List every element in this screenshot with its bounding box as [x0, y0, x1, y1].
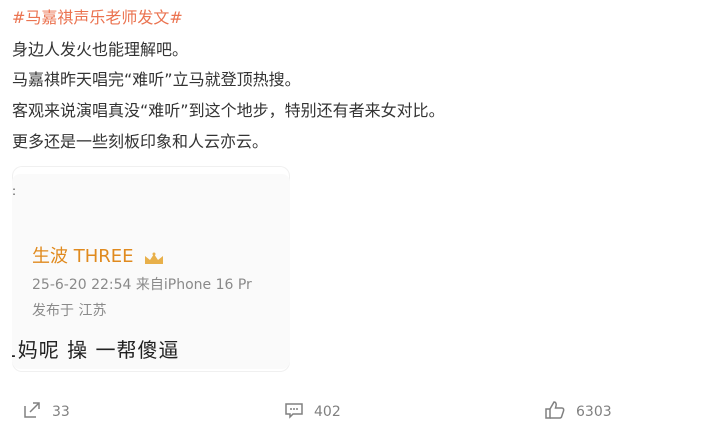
crown-icon [143, 250, 165, 264]
screenshot-username: 生波 THREE [32, 242, 165, 268]
comment-count: 402 [314, 404, 341, 420]
comment-button[interactable]: 402 [284, 400, 341, 424]
screenshot-content: 1妈呢 操 一帮傻逼 [12, 338, 180, 362]
post-image[interactable]: : 生波 THREE 25-6-20 22:54 来自iPhone 16 Pr … [12, 166, 290, 372]
screenshot-top-mark: : [12, 184, 17, 198]
thumbs-up-icon [544, 400, 576, 424]
comment-icon [284, 400, 314, 424]
repost-icon [22, 400, 52, 424]
hashtag-link[interactable]: #马嘉祺声乐老师发文# [12, 6, 183, 30]
post-text-line: 身边人发火也能理解吧。 [12, 40, 189, 59]
screenshot-username-text: 生波 THREE [32, 246, 134, 267]
like-button[interactable]: 6303 [544, 400, 612, 424]
repost-count: 33 [52, 404, 70, 420]
post-text-line: 更多还是一些刻板印象和人云亦云。 [12, 132, 269, 151]
repost-button[interactable]: 33 [22, 400, 70, 424]
like-count: 6303 [576, 404, 612, 420]
action-bar: 33 402 6303 [0, 400, 708, 424]
post-text-line: 客观来说演唱真没“难听”到这个地步，特别还有者来女对比。 [12, 101, 445, 120]
post-text-line: 马嘉祺昨天唱完“难听”立马就登顶热搜。 [12, 70, 301, 89]
embedded-screenshot: : 生波 THREE 25-6-20 22:54 来自iPhone 16 Pr … [12, 174, 290, 369]
screenshot-location: 发布于 江苏 [32, 303, 107, 319]
screenshot-meta: 25-6-20 22:54 来自iPhone 16 Pr [32, 277, 252, 293]
